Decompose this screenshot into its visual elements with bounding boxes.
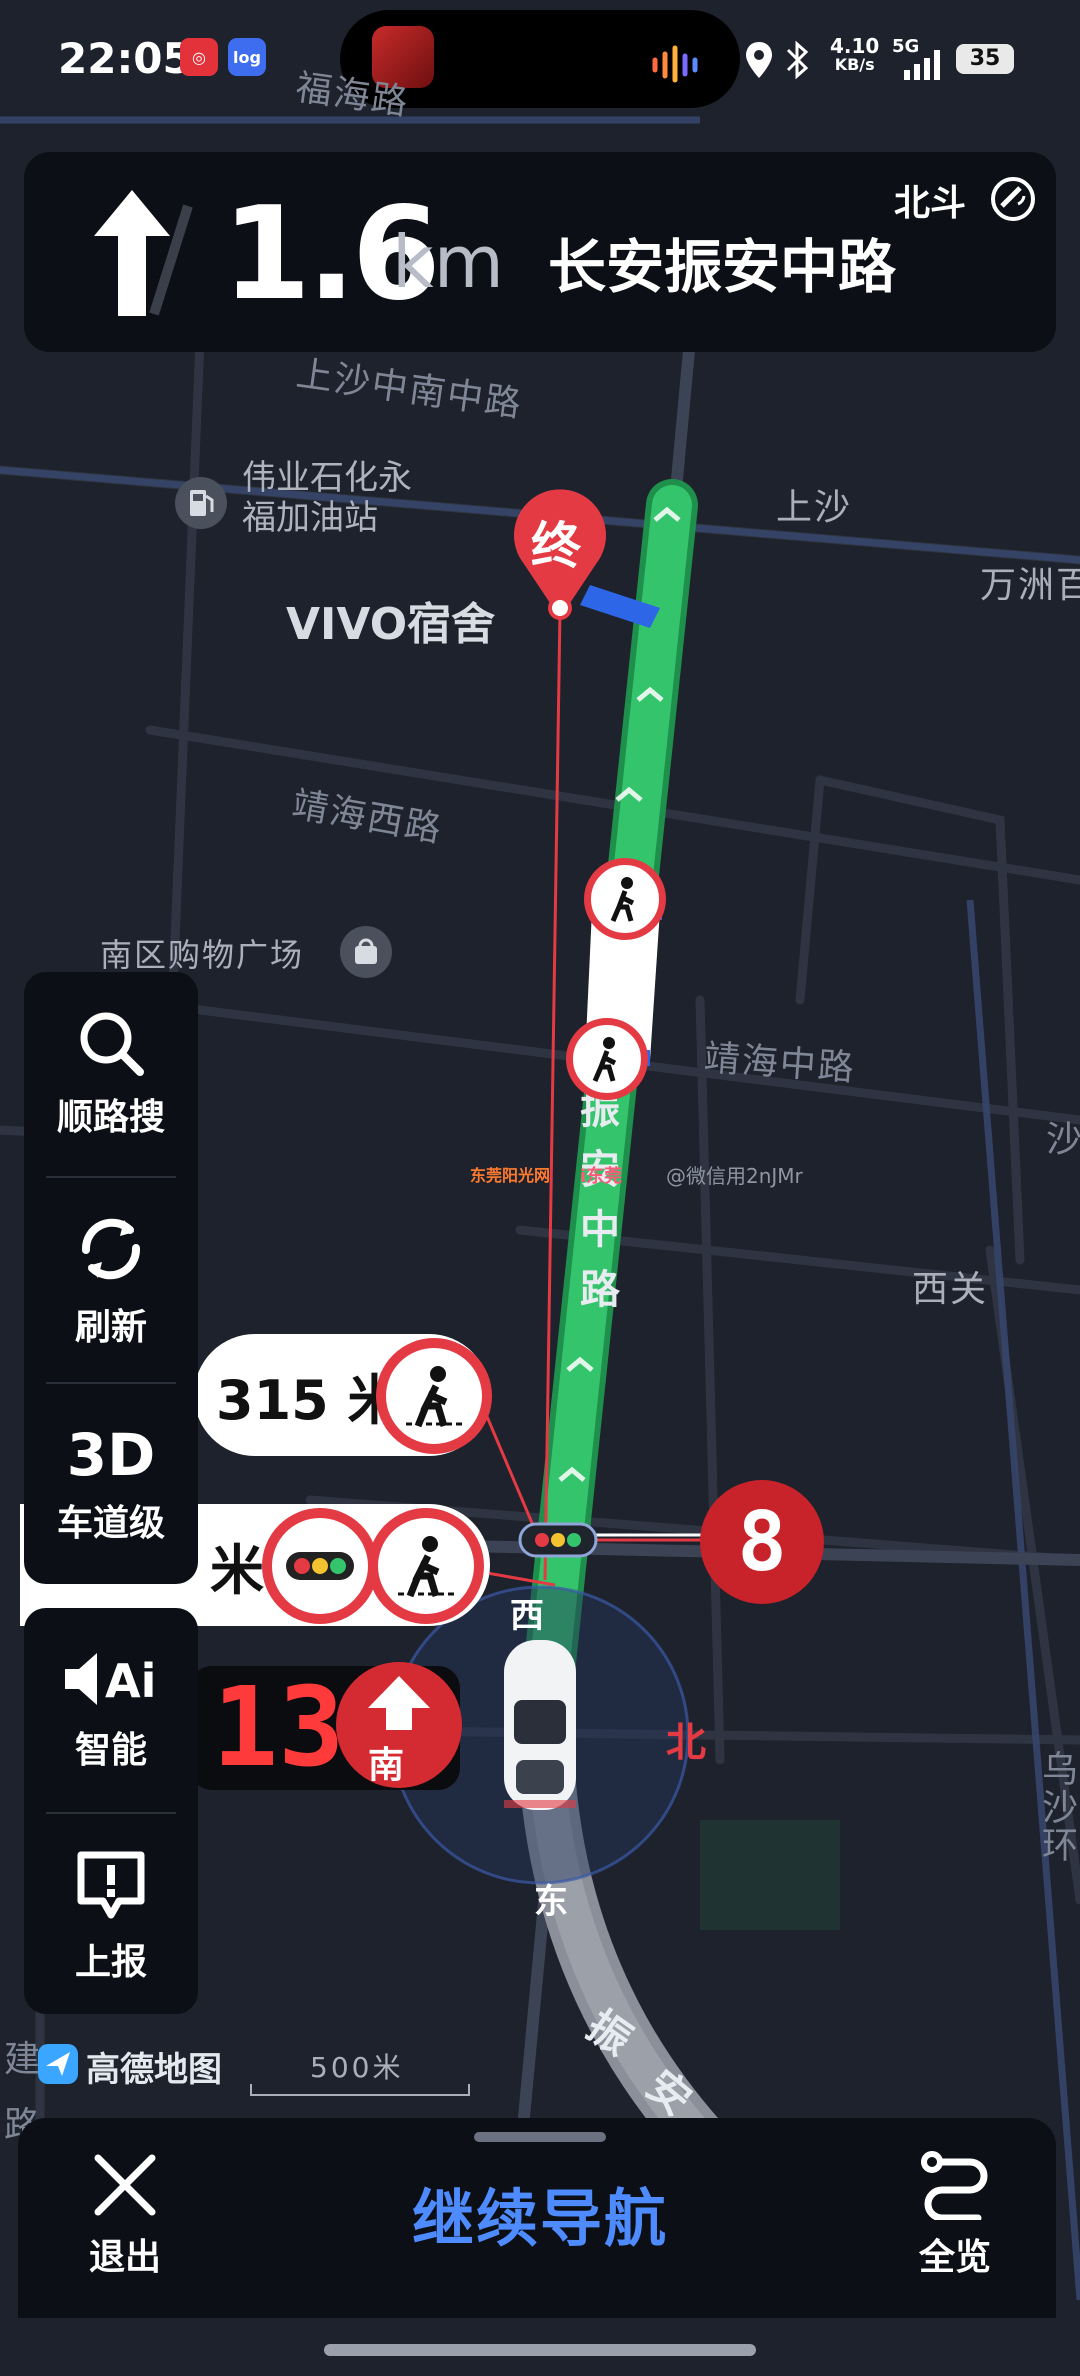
map-scale-bar [250,2084,470,2096]
refresh-icon [81,1218,141,1280]
shopping-icon[interactable] [338,924,394,980]
poi-mall[interactable]: 南区购物广场 [100,930,304,976]
signal-icon [904,50,940,80]
audio-wave-icon [652,45,698,83]
positioning-system: 北斗 [894,183,967,224]
notification-app-icon: ◎ [180,38,218,76]
status-time: 22:05 [58,34,192,83]
place-label: 上沙 [776,487,853,528]
route-road-label: 振 安 中 路 [580,1087,620,1313]
smart-voice-button[interactable]: Ai 智能 [24,1608,198,1812]
tool-panel-top: 顺路搜 刷新 3D 车道级 [24,972,198,1584]
place-label: 万洲百 [980,565,1080,606]
crosswalk-sign-icon [566,1018,648,1100]
app-logo-text: 高德地图 [86,2050,222,2090]
road-label: 靖海中路 [702,1037,858,1090]
amap-logo-icon [38,2044,78,2084]
3d-icon: 3D [66,1421,156,1489]
map-scale-label: 500米 [310,2051,404,2084]
watermark-user: @微信用2nJMr [666,1164,803,1188]
svg-text:Ai: Ai [105,1654,156,1708]
poi-gas-station[interactable]: 伟业石化永 福加油站 [242,458,412,538]
location-icon [746,42,772,78]
traffic-light-sign-icon [262,1508,378,1624]
route-overview-icon [921,2151,988,2220]
distance-unit: km [392,220,504,304]
compass-south: 南 [368,1745,405,1786]
battery-indicator: 35 [956,44,1014,74]
report-icon [77,1851,145,1919]
ai-voice-icon: Ai [65,1653,156,1708]
gas-station-icon[interactable] [172,474,230,532]
compass-east: 东 [534,1882,568,1922]
lane-level-button[interactable]: 3D 车道级 [24,1384,198,1588]
continue-navigation-button[interactable]: 继续导航 [340,2168,740,2258]
destination-label[interactable]: VIVO宿舍 [286,588,495,652]
route-traffic-light-icon [518,1522,598,1558]
crosswalk-sign-icon [584,858,666,940]
search-along-route-button[interactable]: 顺路搜 [24,972,198,1176]
close-icon [94,2154,156,2216]
bluetooth-icon [786,40,809,80]
watermark-platform: i东莞 [580,1166,623,1187]
network-speed: 4.10 KB/s [830,34,880,74]
watermark-source: 东莞阳光网 [470,1166,551,1185]
compass-west: 西 [510,1596,544,1636]
light-countdown-badge: 8 [700,1480,824,1604]
crosswalk-distance: 315 米 [216,1368,402,1432]
refresh-route-button[interactable]: 刷新 [24,1178,198,1382]
satellite-icon [991,177,1035,221]
drag-handle[interactable] [474,2132,606,2142]
vehicle-icon [504,1640,576,1810]
compass-north: 北 [666,1720,706,1766]
straight-arrow-icon [94,190,193,316]
log-app-icon: log [228,38,266,76]
crosswalk-sign-icon [368,1508,484,1624]
route-overview-button[interactable]: 全览 [880,2150,1030,2280]
report-button[interactable]: 上报 [24,1814,198,2018]
search-icon [80,1012,144,1076]
light-crosswalk-distance: 米 [210,1538,264,1602]
up-arrow-icon [368,1676,430,1730]
place-label: 西关 [912,1269,989,1310]
crosswalk-sign-icon [376,1338,492,1454]
tool-panel-bottom: Ai 智能 上报 [24,1608,198,2014]
road-label: 乌沙环 [1036,1750,1077,1864]
home-indicator[interactable] [324,2344,756,2356]
place-label: 沙 [1046,1119,1080,1160]
exit-navigation-button[interactable]: 退出 [60,2150,190,2280]
destination-marker: 终 [531,517,581,575]
next-road-name: 长安振安中路 [548,233,897,301]
